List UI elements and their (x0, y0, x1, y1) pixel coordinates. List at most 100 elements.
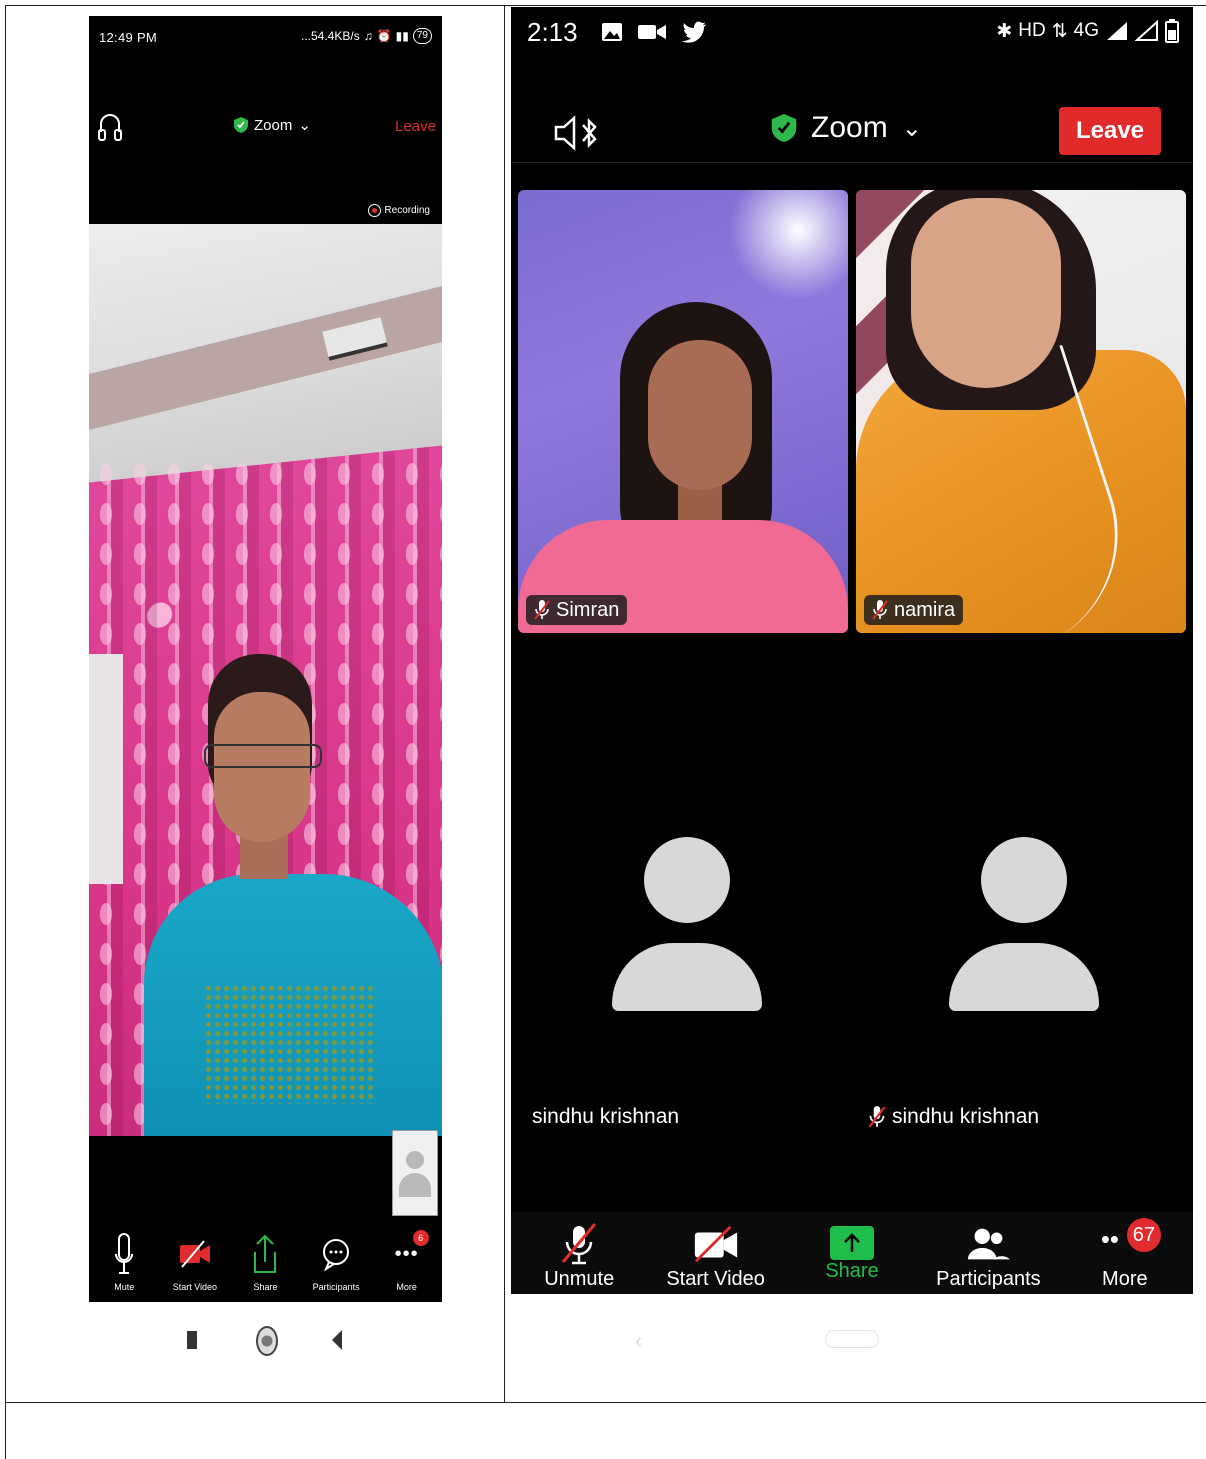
shield-icon (771, 114, 797, 142)
participants-button[interactable]: Participants (301, 1226, 371, 1302)
table-next-row-border (5, 1403, 6, 1459)
start-video-label: Start Video (666, 1268, 765, 1290)
start-video-button[interactable]: Start Video (647, 1212, 783, 1294)
mic-muted-icon (868, 1106, 886, 1128)
mic-muted-icon (872, 600, 888, 620)
speaker-person (144, 654, 442, 1136)
meeting-title-text: Zoom (811, 111, 888, 144)
start-video-button[interactable]: Start Video (160, 1226, 230, 1302)
network-type: 4G (1073, 20, 1099, 41)
participant-name: namira (894, 598, 956, 621)
video-off-icon (178, 1226, 212, 1282)
meeting-title-text: Zoom (254, 116, 293, 134)
headset-icon[interactable] (97, 110, 123, 151)
meeting-toolbar: Mute Start Video Share Participants ••• … (89, 1226, 442, 1302)
share-icon (252, 1226, 278, 1282)
more-button[interactable]: ••• 6 More (372, 1226, 442, 1302)
default-avatar-icon (981, 837, 1067, 923)
status-bar: 12:49 PM ...54.4KB/s ♫ ⏰ ▮▮ 79 (89, 16, 442, 58)
start-video-label: Start Video (172, 1282, 218, 1292)
recents-icon[interactable] (187, 1331, 197, 1349)
participant-name: sindhu krishnan (532, 1105, 680, 1128)
participants-label: Participants (312, 1282, 360, 1292)
recording-dot-icon (368, 204, 382, 217)
leave-button[interactable]: Leave (1059, 107, 1161, 155)
participant-name: Simran (556, 598, 620, 621)
battery-icon: 79 (412, 28, 432, 44)
table-column-divider (504, 5, 505, 1403)
hd-indicator: HD (1018, 20, 1046, 41)
meeting-title[interactable]: Zoom ⌄ (771, 111, 922, 145)
chevron-down-icon: ⌄ (901, 114, 922, 142)
self-view-thumbnail[interactable] (392, 1130, 438, 1216)
right-phone-screen: 2:13 ✱ HD ⇅ 4G Zoom ⌄ Leave Simran namir… (511, 7, 1193, 1294)
glasses (204, 744, 322, 768)
home-icon[interactable] (256, 1326, 278, 1356)
share-button[interactable]: Share (784, 1212, 920, 1294)
notification-badge: 67 (1126, 1218, 1161, 1252)
bluetooth-icon: ✱ (996, 20, 1013, 42)
status-time: 2:13 (527, 17, 578, 47)
status-time: 12:49 PM (99, 30, 158, 45)
participant-name-tag: sindhu krishnan (532, 1105, 679, 1129)
participant-name-tag: namira (864, 595, 964, 625)
signal-icon (1107, 22, 1127, 40)
chevron-down-icon: ⌄ (298, 117, 311, 134)
status-icons: ...54.4KB/s ♫ ⏰ ▮▮ 79 (301, 28, 432, 44)
home-pill-icon[interactable] (825, 1330, 879, 1348)
left-phone-screen: 12:49 PM ...54.4KB/s ♫ ⏰ ▮▮ 79 Zoom ⌄ Le… (89, 16, 442, 1302)
unmute-button[interactable]: Unmute (511, 1212, 647, 1294)
more-dots-icon: •• 67 (1101, 1218, 1161, 1268)
share-label: Share (825, 1260, 879, 1282)
share-label: Share (253, 1282, 278, 1292)
video-off-icon (692, 1220, 740, 1268)
meeting-title[interactable]: Zoom ⌄ (234, 116, 311, 134)
meeting-header: Zoom ⌄ Leave (511, 97, 1193, 167)
meeting-header: Zoom ⌄ Leave (89, 94, 442, 156)
signal-no-sim-icon (1135, 20, 1158, 41)
share-icon (830, 1226, 875, 1260)
participants-icon (964, 1220, 1012, 1268)
twitter-icon (682, 21, 706, 43)
alarm-icon: ⏰ (376, 29, 392, 43)
back-icon[interactable] (332, 1330, 342, 1350)
participant-name-tag: sindhu krishnan (868, 1105, 1039, 1129)
more-label: More (396, 1282, 417, 1292)
headphone-status-icon: ♫ (363, 29, 373, 43)
participant-name: sindhu krishnan (892, 1105, 1040, 1128)
video-camera-icon (638, 25, 666, 39)
notification-badge: 6 (412, 1230, 429, 1246)
more-label: More (1102, 1268, 1148, 1290)
more-dots-icon: ••• 6 (395, 1226, 429, 1282)
video-tile-simran[interactable]: Simran (518, 190, 848, 633)
speaker-bluetooth-icon[interactable] (553, 113, 601, 158)
mic-muted-icon (534, 600, 550, 620)
participants-label: Participants (936, 1268, 1041, 1290)
recording-label: Recording (384, 205, 430, 216)
share-button[interactable]: Share (230, 1226, 300, 1302)
data-arrows-icon: ⇅ (1051, 20, 1068, 42)
back-icon[interactable]: ‹ (635, 1328, 642, 1354)
meeting-toolbar: Unmute Start Video Share Participants ••… (511, 1212, 1193, 1294)
network-speed: ...54.4KB/s (301, 29, 360, 43)
video-tile-namira[interactable]: namira (856, 190, 1186, 633)
unmute-label: Unmute (544, 1268, 615, 1290)
more-button[interactable]: •• 67 More (1057, 1212, 1193, 1294)
mute-label: Mute (114, 1282, 135, 1292)
android-nav-bar: ‹ (511, 1322, 1193, 1358)
default-avatar-icon (644, 837, 730, 923)
mic-muted-icon (555, 1220, 603, 1268)
header-divider (511, 162, 1193, 163)
active-speaker-video (89, 224, 442, 1136)
status-bar: 2:13 ✱ HD ⇅ 4G (511, 7, 1193, 63)
participant-name-tag: Simran (526, 595, 628, 625)
notification-icons (601, 21, 707, 43)
gallery-icon (602, 23, 622, 41)
signal-icon: ▮▮ (395, 29, 409, 43)
battery-icon (1165, 19, 1179, 43)
participants-button[interactable]: Participants (920, 1212, 1056, 1294)
shield-icon (234, 117, 248, 133)
leave-button[interactable]: Leave (395, 118, 436, 135)
recording-indicator: Recording (368, 204, 430, 217)
mute-button[interactable]: Mute (89, 1226, 159, 1302)
